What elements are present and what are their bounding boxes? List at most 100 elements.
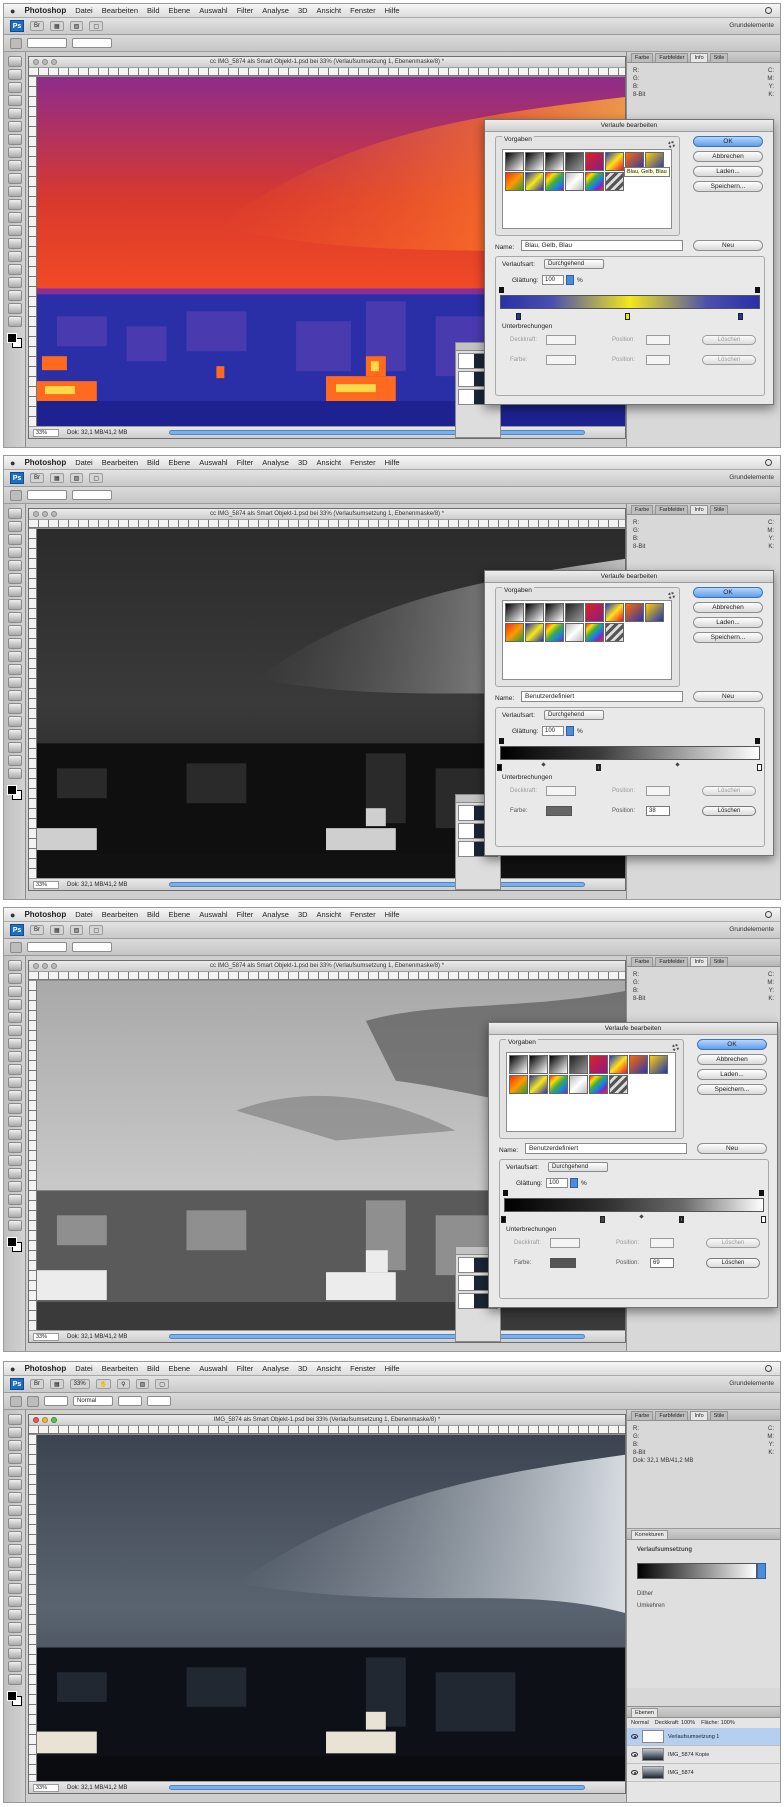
eyedropper-tool-icon[interactable] bbox=[7, 573, 22, 584]
move-tool-icon[interactable] bbox=[7, 960, 22, 971]
arrange-docs-button[interactable]: ▧ bbox=[69, 925, 84, 935]
eyedropper-tool-icon[interactable] bbox=[7, 121, 22, 132]
tab-korrekturen[interactable]: Korrekturen bbox=[631, 1530, 668, 1539]
screen-mode-button[interactable]: ▢ bbox=[89, 21, 104, 31]
sample-size-select[interactable] bbox=[27, 38, 67, 48]
name-input[interactable]: Blau, Gelb, Blau bbox=[521, 240, 683, 251]
lasso-tool-icon[interactable] bbox=[7, 986, 22, 997]
zoom-field[interactable]: 33% bbox=[33, 880, 59, 889]
stamp-tool-icon[interactable] bbox=[7, 612, 22, 623]
menu-bearbeiten[interactable]: Bearbeiten bbox=[102, 1364, 138, 1373]
brush-size-select[interactable] bbox=[44, 1396, 68, 1406]
preset-swatch[interactable] bbox=[529, 1055, 548, 1074]
arrange-docs-button[interactable]: ▧ bbox=[69, 21, 84, 31]
zoom-button[interactable]: ⚲ bbox=[117, 1379, 130, 1389]
horizontal-scrollbar[interactable] bbox=[169, 430, 585, 435]
view-extras-button[interactable]: ▦ bbox=[50, 473, 64, 483]
dodge-tool-icon[interactable] bbox=[7, 677, 22, 688]
type-tool-icon[interactable] bbox=[7, 703, 22, 714]
new-button[interactable]: Neu bbox=[693, 691, 763, 702]
menu-hilfe[interactable]: Hilfe bbox=[385, 6, 400, 15]
eraser-tool-icon[interactable] bbox=[7, 638, 22, 649]
layer-row-original[interactable]: IMG_5874 bbox=[627, 1764, 780, 1782]
tab-farbfelder[interactable]: Farbfelder bbox=[655, 1411, 689, 1420]
brush-tool-icon[interactable] bbox=[7, 147, 22, 158]
color-swatches[interactable] bbox=[6, 1237, 23, 1253]
screen-mode-button[interactable]: ▢ bbox=[155, 1379, 169, 1389]
horizontal-scrollbar[interactable] bbox=[169, 1785, 585, 1790]
window-controls[interactable] bbox=[33, 59, 57, 65]
preset-swatch[interactable] bbox=[529, 1075, 548, 1094]
bridge-button[interactable]: Br bbox=[30, 1379, 44, 1389]
preset-swatch[interactable] bbox=[565, 152, 584, 171]
preset-swatch[interactable] bbox=[649, 1055, 668, 1074]
stop-opacity-input[interactable] bbox=[546, 786, 576, 796]
reverse-checkbox[interactable]: Umkehren bbox=[637, 1603, 665, 1609]
healing-tool-icon[interactable] bbox=[7, 1038, 22, 1049]
workspace-switcher[interactable]: Grundelemente bbox=[729, 926, 774, 933]
preset-swatch[interactable] bbox=[549, 1055, 568, 1074]
preset-swatch[interactable] bbox=[509, 1055, 528, 1074]
workspace-switcher[interactable]: Grundelemente bbox=[729, 22, 774, 29]
zoom-tool-icon[interactable] bbox=[7, 768, 22, 779]
move-tool-icon[interactable] bbox=[7, 56, 22, 67]
brush-preset-icon[interactable] bbox=[10, 1395, 22, 1407]
menu-hilfe[interactable]: Hilfe bbox=[385, 1364, 400, 1373]
menu-fenster[interactable]: Fenster bbox=[350, 1364, 375, 1373]
mode-select[interactable]: Normal bbox=[73, 1396, 113, 1406]
menu-bild[interactable]: Bild bbox=[147, 1364, 160, 1373]
menu-bearbeiten[interactable]: Bearbeiten bbox=[102, 6, 138, 15]
horizontal-scrollbar[interactable] bbox=[169, 1334, 585, 1339]
menu-datei[interactable]: Datei bbox=[75, 6, 93, 15]
sample-layers-select[interactable] bbox=[72, 942, 112, 952]
layer-mask-thumb[interactable] bbox=[642, 1730, 664, 1743]
preset-swatch[interactable] bbox=[609, 1075, 628, 1094]
view-extras-button[interactable]: ▦ bbox=[50, 1379, 64, 1389]
color-stop[interactable] bbox=[501, 1216, 506, 1223]
brush-tool-icon[interactable] bbox=[7, 599, 22, 610]
stamp-tool-icon[interactable] bbox=[7, 1518, 22, 1529]
3d-tool-icon[interactable] bbox=[7, 1194, 22, 1205]
eyedropper-tool-icon[interactable] bbox=[7, 1479, 22, 1490]
tab-farbfelder[interactable]: Farbfelder bbox=[655, 957, 689, 966]
pen-tool-icon[interactable] bbox=[7, 1142, 22, 1153]
flow-select[interactable] bbox=[147, 1396, 171, 1406]
stop-opacity-position-input[interactable] bbox=[650, 1238, 674, 1248]
load-button[interactable]: Laden... bbox=[697, 1069, 767, 1080]
color-stop-selected[interactable] bbox=[679, 1216, 684, 1223]
history-brush-icon[interactable] bbox=[7, 1077, 22, 1088]
gradient-preview-bar[interactable] bbox=[504, 1198, 764, 1212]
menu-analyse[interactable]: Analyse bbox=[262, 6, 289, 15]
menu-auswahl[interactable]: Auswahl bbox=[199, 458, 227, 467]
crop-tool-icon[interactable] bbox=[7, 108, 22, 119]
blur-tool-icon[interactable] bbox=[7, 1116, 22, 1127]
move-tool-icon[interactable] bbox=[7, 508, 22, 519]
smoothness-stepper[interactable] bbox=[566, 726, 574, 736]
save-button[interactable]: Speichern... bbox=[693, 181, 763, 192]
color-stop[interactable] bbox=[625, 313, 630, 320]
window-controls[interactable] bbox=[33, 1417, 57, 1423]
menu-filter[interactable]: Filter bbox=[237, 458, 254, 467]
shape-tool-icon[interactable] bbox=[7, 1635, 22, 1646]
tab-stile[interactable]: Stile bbox=[709, 1411, 729, 1420]
menu-ebene[interactable]: Ebene bbox=[169, 6, 191, 15]
delete-color-stop-button[interactable]: Löschen bbox=[706, 1258, 760, 1268]
tab-stile[interactable]: Stile bbox=[709, 957, 729, 966]
tab-stile[interactable]: Stile bbox=[709, 505, 729, 514]
opacity-stop[interactable] bbox=[755, 287, 760, 293]
bridge-button[interactable]: Br bbox=[30, 925, 44, 935]
shape-tool-icon[interactable] bbox=[7, 1181, 22, 1192]
foreground-color[interactable] bbox=[6, 333, 17, 343]
gradient-tool-icon[interactable] bbox=[7, 651, 22, 662]
hand-tool-icon[interactable] bbox=[7, 755, 22, 766]
zoom-level-button[interactable]: 33% bbox=[69, 1379, 90, 1389]
zoom-field[interactable]: 33% bbox=[33, 1783, 59, 1792]
type-tool-icon[interactable] bbox=[7, 1155, 22, 1166]
preset-swatch[interactable] bbox=[525, 152, 544, 171]
path-select-icon[interactable] bbox=[7, 264, 22, 275]
marquee-tool-icon[interactable] bbox=[7, 521, 22, 532]
dither-checkbox[interactable]: Dither bbox=[637, 1591, 653, 1597]
layer-thumb[interactable] bbox=[642, 1766, 664, 1779]
ok-button[interactable]: OK bbox=[697, 1039, 767, 1050]
eye-icon[interactable] bbox=[631, 1770, 638, 1775]
